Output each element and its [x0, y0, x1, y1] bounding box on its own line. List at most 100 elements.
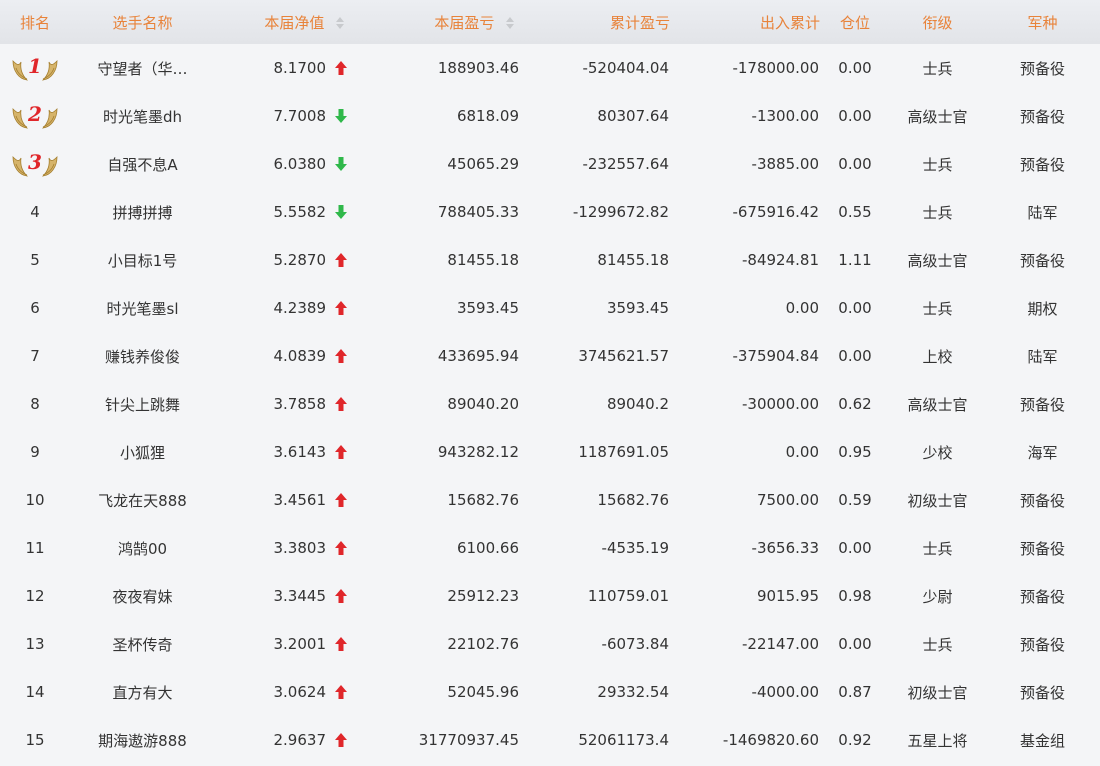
table-row[interactable]: 12 夜夜宥妹 3.3445 25912.23 110759.01 9015.9… [0, 572, 1100, 620]
player-name[interactable]: 时光笔墨sl [70, 284, 215, 332]
rank-cell: 13 [25, 635, 45, 653]
cum-profit-cell: -520404.04 [582, 59, 669, 77]
player-name[interactable]: 守望者（华… [70, 44, 215, 92]
player-name[interactable]: 鸿鹄00 [70, 524, 215, 572]
profit-cell: 31770937.45 [418, 731, 519, 749]
up-arrow-icon [335, 541, 347, 556]
table-row[interactable]: 6 时光笔墨sl 4.2389 3593.45 3593.45 0.00 0.0… [0, 284, 1100, 332]
profit-cell: 15682.76 [447, 491, 519, 509]
table-row[interactable]: 2 时光笔墨dh 7.7008 6818.09 80307.64 -1300.0… [0, 92, 1100, 140]
up-arrow-icon [335, 349, 347, 364]
position-cell: 0.92 [838, 731, 872, 749]
inout-cell: -30000.00 [742, 395, 819, 413]
position-cell: 0.00 [838, 107, 872, 125]
title-cell: 少校 [922, 443, 953, 462]
net-value-cell: 3.4561 [215, 476, 360, 524]
player-name[interactable]: 针尖上跳舞 [70, 380, 215, 428]
player-name[interactable]: 飞龙在天888 [70, 476, 215, 524]
inout-cell: -1469820.60 [722, 731, 819, 749]
inout-cell: 9015.95 [756, 587, 819, 605]
branch-cell: 预备役 [1019, 395, 1065, 414]
branch-cell: 预备役 [1019, 251, 1065, 270]
player-name[interactable]: 小目标1号 [70, 236, 215, 284]
cum-profit-cell: 3745621.57 [578, 347, 669, 365]
table-row[interactable]: 7 赚钱养俊俊 4.0839 433695.94 3745621.57 -375… [0, 332, 1100, 380]
table-row[interactable]: 9 小狐狸 3.6143 943282.12 1187691.05 0.00 0… [0, 428, 1100, 476]
rank-cell: 2 [0, 92, 70, 140]
table-row[interactable]: 11 鸿鹄00 3.3803 6100.66 -4535.19 -3656.33… [0, 524, 1100, 572]
table-body: 1 守望者（华… 8.1700 188903.46 -520404.04 -17… [0, 44, 1100, 764]
player-name[interactable]: 自强不息A [70, 140, 215, 188]
rank-cell: 8 [30, 395, 40, 413]
net-value: 3.2001 [273, 635, 327, 654]
table-row[interactable]: 10 飞龙在天888 3.4561 15682.76 15682.76 7500… [0, 476, 1100, 524]
player-name[interactable]: 赚钱养俊俊 [70, 332, 215, 380]
up-arrow-icon [335, 445, 347, 460]
table-row[interactable]: 4 拼搏拼搏 5.5582 788405.33 -1299672.82 -675… [0, 188, 1100, 236]
header-net-value-label: 本届净值 [264, 13, 325, 32]
header-profit[interactable]: 本届盈亏 [360, 0, 520, 44]
net-value-cell: 4.2389 [215, 284, 360, 332]
profit-cell: 45065.29 [447, 155, 519, 173]
position-cell: 0.00 [838, 59, 872, 77]
sort-icon[interactable] [335, 15, 345, 31]
down-arrow-icon [335, 109, 347, 124]
title-cell: 士兵 [922, 539, 953, 558]
title-cell: 初级士官 [907, 491, 968, 510]
rank-cell: 15 [25, 731, 45, 749]
table-row[interactable]: 13 圣杯传奇 3.2001 22102.76 -6073.84 -22147.… [0, 620, 1100, 668]
player-name[interactable]: 直方有大 [70, 668, 215, 716]
net-value: 4.2389 [273, 299, 327, 318]
net-value: 3.6143 [273, 443, 327, 462]
table-header-row: 排名 选手名称 本届净值 本届盈亏 累计盈亏 出入累计 仓位 衔级 军种 [0, 0, 1100, 44]
player-name[interactable]: 拼搏拼搏 [70, 188, 215, 236]
position-cell: 0.98 [838, 587, 872, 605]
profit-cell: 943282.12 [437, 443, 519, 461]
branch-cell: 预备役 [1019, 59, 1065, 78]
sort-icon[interactable] [505, 15, 515, 31]
rank-number: 3 [28, 150, 42, 174]
player-name[interactable]: 小狐狸 [70, 428, 215, 476]
cum-profit-cell: 80307.64 [597, 107, 669, 125]
rank-cell: 14 [25, 683, 45, 701]
table-row[interactable]: 8 针尖上跳舞 3.7858 89040.20 89040.2 -30000.0… [0, 380, 1100, 428]
cum-profit-cell: -1299672.82 [572, 203, 669, 221]
up-arrow-icon [335, 589, 347, 604]
down-arrow-icon [335, 205, 347, 220]
rank-cell: 5 [30, 251, 40, 269]
cum-profit-cell: 110759.01 [587, 587, 669, 605]
header-cum-profit: 累计盈亏 [609, 13, 670, 32]
cum-profit-cell: -4535.19 [601, 539, 669, 557]
net-value-cell: 3.7858 [215, 380, 360, 428]
up-arrow-icon [335, 637, 347, 652]
player-name[interactable]: 圣杯传奇 [70, 620, 215, 668]
net-value: 3.3803 [273, 539, 327, 558]
cum-profit-cell: 15682.76 [597, 491, 669, 509]
position-cell: 0.55 [838, 203, 872, 221]
header-net-value[interactable]: 本届净值 [215, 0, 360, 44]
player-name[interactable]: 夜夜宥妹 [70, 572, 215, 620]
title-cell: 高级士官 [907, 107, 968, 126]
rank-cell: 10 [25, 491, 45, 509]
table-row[interactable]: 3 自强不息A 6.0380 45065.29 -232557.64 -3885… [0, 140, 1100, 188]
rank-cell: 1 [0, 44, 70, 92]
position-cell: 0.00 [838, 347, 872, 365]
profit-cell: 25912.23 [447, 587, 519, 605]
inout-cell: -178000.00 [732, 59, 819, 77]
player-name[interactable]: 时光笔墨dh [70, 92, 215, 140]
player-name[interactable]: 期海遨游888 [70, 716, 215, 764]
table-row[interactable]: 14 直方有大 3.0624 52045.96 29332.54 -4000.0… [0, 668, 1100, 716]
table-row[interactable]: 5 小目标1号 5.2870 81455.18 81455.18 -84924.… [0, 236, 1100, 284]
table-row[interactable]: 1 守望者（华… 8.1700 188903.46 -520404.04 -17… [0, 44, 1100, 92]
title-cell: 高级士官 [907, 251, 968, 270]
net-value-cell: 4.0839 [215, 332, 360, 380]
down-arrow-icon [335, 157, 347, 172]
cum-profit-cell: 52061173.4 [578, 731, 669, 749]
up-arrow-icon [335, 301, 347, 316]
net-value: 4.0839 [273, 347, 327, 366]
branch-cell: 预备役 [1019, 635, 1065, 654]
cum-profit-cell: 1187691.05 [578, 443, 669, 461]
net-value: 7.7008 [273, 107, 327, 126]
rank-cell: 12 [25, 587, 45, 605]
table-row[interactable]: 15 期海遨游888 2.9637 31770937.45 52061173.4… [0, 716, 1100, 764]
